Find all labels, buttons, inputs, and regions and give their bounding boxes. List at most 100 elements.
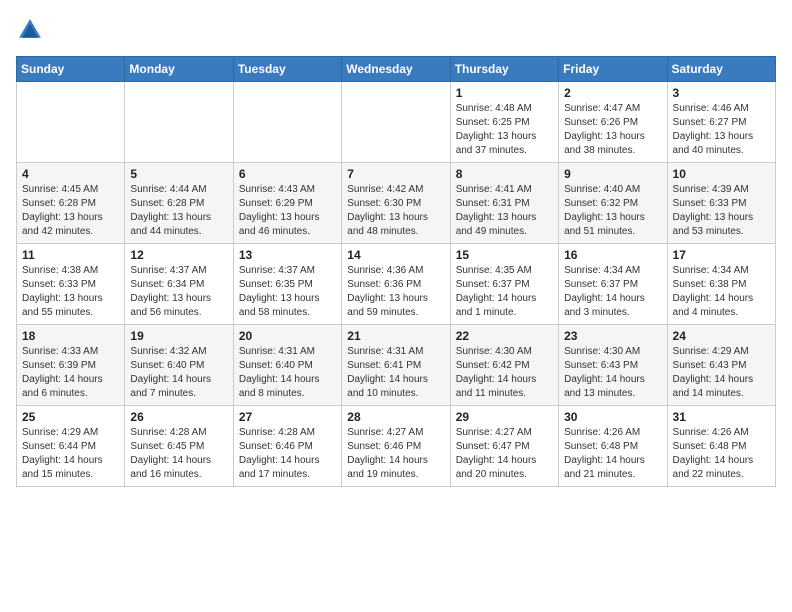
calendar-cell: 21 Sunrise: 4:31 AMSunset: 6:41 PMDayligh… — [342, 325, 450, 406]
calendar-week-5: 25 Sunrise: 4:29 AMSunset: 6:44 PMDayligh… — [17, 406, 776, 487]
day-info: Sunrise: 4:28 AMSunset: 6:46 PMDaylight:… — [239, 426, 336, 482]
day-info: Sunrise: 4:29 AMSunset: 6:43 PMDaylight:… — [673, 345, 770, 401]
calendar-cell — [17, 82, 125, 163]
calendar-cell: 28 Sunrise: 4:27 AMSunset: 6:46 PMDayligh… — [342, 406, 450, 487]
calendar-cell — [342, 82, 450, 163]
calendar-cell: 19Sunrise: 4:32 AMSunset: 6:40 PMDayligh… — [125, 325, 233, 406]
day-number: 15 — [456, 248, 553, 262]
calendar-cell — [125, 82, 233, 163]
day-number: 20 — [239, 329, 336, 343]
day-info: Sunrise: 4:29 AMSunset: 6:44 PMDaylight:… — [22, 426, 119, 482]
calendar-cell: 4 Sunrise: 4:45 AMSunset: 6:28 PMDaylight… — [17, 163, 125, 244]
day-number: 14 — [347, 248, 444, 262]
day-number: 16 — [564, 248, 661, 262]
day-number: 19 — [130, 329, 227, 343]
day-info: Sunrise: 4:48 AMSunset: 6:25 PMDaylight:… — [456, 102, 553, 158]
calendar-cell: 15 Sunrise: 4:35 AMSunset: 6:37 PMDayligh… — [450, 244, 558, 325]
calendar-cell: 30Sunrise: 4:26 AMSunset: 6:48 PMDayligh… — [559, 406, 667, 487]
day-number: 22 — [456, 329, 553, 343]
calendar-week-2: 4 Sunrise: 4:45 AMSunset: 6:28 PMDaylight… — [17, 163, 776, 244]
day-number: 26 — [130, 410, 227, 424]
col-sunday: Sunday — [17, 57, 125, 82]
day-info: Sunrise: 4:39 AMSunset: 6:33 PMDaylight:… — [673, 183, 770, 239]
calendar-body: 1 Sunrise: 4:48 AMSunset: 6:25 PMDaylight… — [17, 82, 776, 487]
calendar-cell: 13 Sunrise: 4:37 AMSunset: 6:35 PMDayligh… — [233, 244, 341, 325]
calendar-cell: 2Sunrise: 4:47 AMSunset: 6:26 PMDaylight… — [559, 82, 667, 163]
day-number: 31 — [673, 410, 770, 424]
day-info: Sunrise: 4:26 AMSunset: 6:48 PMDaylight:… — [564, 426, 661, 482]
calendar-cell: 3Sunrise: 4:46 AMSunset: 6:27 PMDaylight… — [667, 82, 775, 163]
day-info: Sunrise: 4:34 AMSunset: 6:37 PMDaylight:… — [564, 264, 661, 320]
day-info: Sunrise: 4:30 AMSunset: 6:43 PMDaylight:… — [564, 345, 661, 401]
day-number: 23 — [564, 329, 661, 343]
col-saturday: Saturday — [667, 57, 775, 82]
logo-icon — [16, 16, 44, 44]
day-number: 24 — [673, 329, 770, 343]
day-info: Sunrise: 4:27 AMSunset: 6:47 PMDaylight:… — [456, 426, 553, 482]
calendar-table: Sunday Monday Tuesday Wednesday Thursday… — [16, 56, 776, 487]
day-info: Sunrise: 4:28 AMSunset: 6:45 PMDaylight:… — [130, 426, 227, 482]
day-info: Sunrise: 4:35 AMSunset: 6:37 PMDaylight:… — [456, 264, 553, 320]
col-wednesday: Wednesday — [342, 57, 450, 82]
calendar-cell: 1 Sunrise: 4:48 AMSunset: 6:25 PMDaylight… — [450, 82, 558, 163]
calendar-cell: 22 Sunrise: 4:30 AMSunset: 6:42 PMDayligh… — [450, 325, 558, 406]
col-tuesday: Tuesday — [233, 57, 341, 82]
day-number: 9 — [564, 167, 661, 181]
page-header — [16, 16, 776, 44]
day-number: 10 — [673, 167, 770, 181]
day-number: 11 — [22, 248, 119, 262]
calendar-cell: 17 Sunrise: 4:34 AMSunset: 6:38 PMDayligh… — [667, 244, 775, 325]
day-info: Sunrise: 4:36 AMSunset: 6:36 PMDaylight:… — [347, 264, 444, 320]
col-thursday: Thursday — [450, 57, 558, 82]
day-info: Sunrise: 4:37 AMSunset: 6:34 PMDaylight:… — [130, 264, 227, 320]
day-number: 18 — [22, 329, 119, 343]
day-number: 7 — [347, 167, 444, 181]
col-monday: Monday — [125, 57, 233, 82]
day-info: Sunrise: 4:37 AMSunset: 6:35 PMDaylight:… — [239, 264, 336, 320]
calendar-week-1: 1 Sunrise: 4:48 AMSunset: 6:25 PMDaylight… — [17, 82, 776, 163]
calendar-week-3: 11 Sunrise: 4:38 AMSunset: 6:33 PMDayligh… — [17, 244, 776, 325]
day-info: Sunrise: 4:34 AMSunset: 6:38 PMDaylight:… — [673, 264, 770, 320]
calendar-cell: 18Sunrise: 4:33 AMSunset: 6:39 PMDayligh… — [17, 325, 125, 406]
day-info: Sunrise: 4:45 AMSunset: 6:28 PMDaylight:… — [22, 183, 119, 239]
calendar-cell: 6Sunrise: 4:43 AMSunset: 6:29 PMDaylight… — [233, 163, 341, 244]
calendar-cell: 25 Sunrise: 4:29 AMSunset: 6:44 PMDayligh… — [17, 406, 125, 487]
calendar-cell: 10 Sunrise: 4:39 AMSunset: 6:33 PMDayligh… — [667, 163, 775, 244]
day-number: 21 — [347, 329, 444, 343]
day-number: 27 — [239, 410, 336, 424]
calendar-cell: 16 Sunrise: 4:34 AMSunset: 6:37 PMDayligh… — [559, 244, 667, 325]
calendar-cell: 7Sunrise: 4:42 AMSunset: 6:30 PMDaylight… — [342, 163, 450, 244]
calendar-cell: 9 Sunrise: 4:40 AMSunset: 6:32 PMDaylight… — [559, 163, 667, 244]
day-number: 5 — [130, 167, 227, 181]
day-number: 29 — [456, 410, 553, 424]
day-number: 3 — [673, 86, 770, 100]
day-info: Sunrise: 4:27 AMSunset: 6:46 PMDaylight:… — [347, 426, 444, 482]
day-number: 17 — [673, 248, 770, 262]
day-number: 25 — [22, 410, 119, 424]
calendar-cell — [233, 82, 341, 163]
day-number: 1 — [456, 86, 553, 100]
day-info: Sunrise: 4:31 AMSunset: 6:41 PMDaylight:… — [347, 345, 444, 401]
calendar-header: Sunday Monday Tuesday Wednesday Thursday… — [17, 57, 776, 82]
day-info: Sunrise: 4:38 AMSunset: 6:33 PMDaylight:… — [22, 264, 119, 320]
calendar-cell: 8Sunrise: 4:41 AMSunset: 6:31 PMDaylight… — [450, 163, 558, 244]
day-number: 28 — [347, 410, 444, 424]
day-info: Sunrise: 4:30 AMSunset: 6:42 PMDaylight:… — [456, 345, 553, 401]
calendar-cell: 24 Sunrise: 4:29 AMSunset: 6:43 PMDayligh… — [667, 325, 775, 406]
calendar-cell: 11 Sunrise: 4:38 AMSunset: 6:33 PMDayligh… — [17, 244, 125, 325]
day-info: Sunrise: 4:40 AMSunset: 6:32 PMDaylight:… — [564, 183, 661, 239]
day-number: 4 — [22, 167, 119, 181]
calendar-week-4: 18Sunrise: 4:33 AMSunset: 6:39 PMDayligh… — [17, 325, 776, 406]
calendar-cell: 5Sunrise: 4:44 AMSunset: 6:28 PMDaylight… — [125, 163, 233, 244]
calendar-cell: 20 Sunrise: 4:31 AMSunset: 6:40 PMDayligh… — [233, 325, 341, 406]
calendar-cell: 31Sunrise: 4:26 AMSunset: 6:48 PMDayligh… — [667, 406, 775, 487]
col-friday: Friday — [559, 57, 667, 82]
calendar-cell: 27 Sunrise: 4:28 AMSunset: 6:46 PMDayligh… — [233, 406, 341, 487]
day-info: Sunrise: 4:47 AMSunset: 6:26 PMDaylight:… — [564, 102, 661, 158]
day-number: 12 — [130, 248, 227, 262]
day-info: Sunrise: 4:31 AMSunset: 6:40 PMDaylight:… — [239, 345, 336, 401]
calendar-cell: 14 Sunrise: 4:36 AMSunset: 6:36 PMDayligh… — [342, 244, 450, 325]
header-row: Sunday Monday Tuesday Wednesday Thursday… — [17, 57, 776, 82]
day-number: 13 — [239, 248, 336, 262]
calendar-cell: 23 Sunrise: 4:30 AMSunset: 6:43 PMDayligh… — [559, 325, 667, 406]
